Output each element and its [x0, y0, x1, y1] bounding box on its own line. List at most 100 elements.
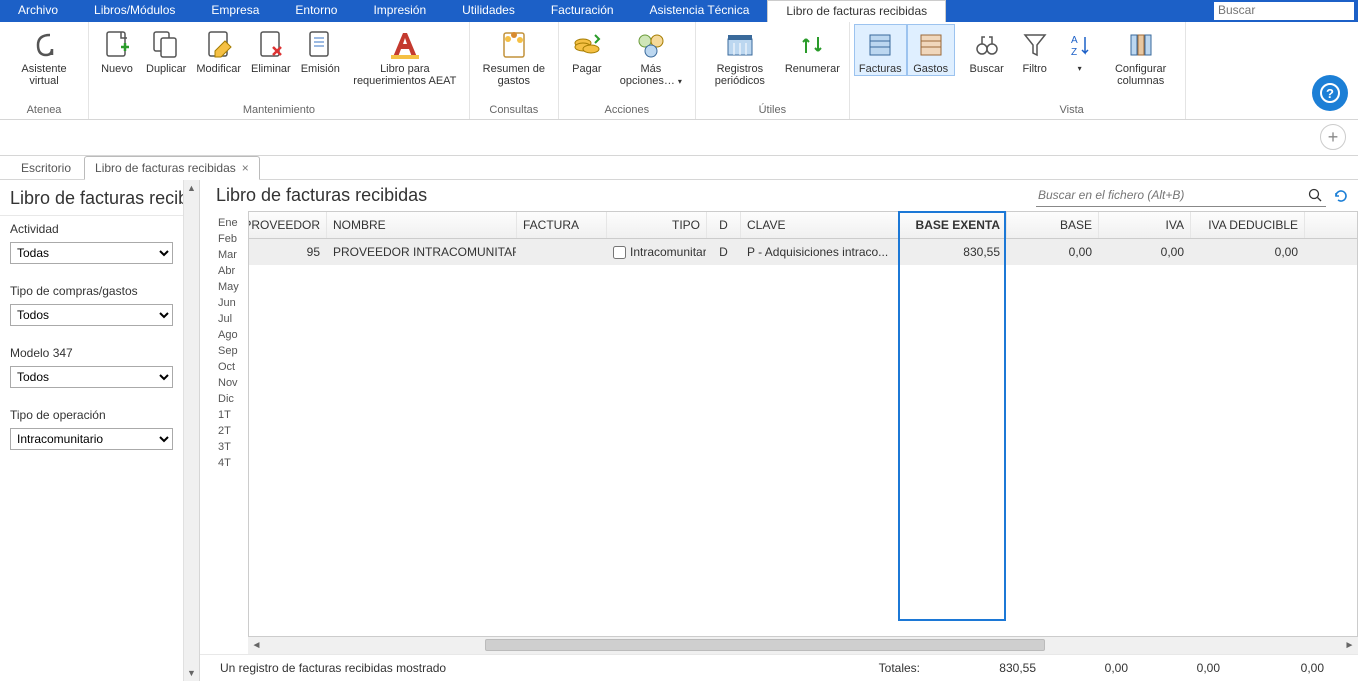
- col-nombre[interactable]: NOMBRE: [327, 212, 517, 238]
- menu-search-input[interactable]: [1214, 2, 1354, 18]
- buscar-button[interactable]: Buscar: [963, 24, 1011, 76]
- col-base[interactable]: BASE: [1007, 212, 1099, 238]
- gastos-toggle[interactable]: Gastos: [907, 24, 955, 76]
- eliminar-button[interactable]: Eliminar: [246, 24, 296, 76]
- col-d[interactable]: D: [707, 212, 741, 238]
- menu-impresion[interactable]: Impresión: [355, 0, 444, 22]
- month-oct[interactable]: Oct: [216, 359, 248, 375]
- ordenar-button[interactable]: AZ ▾: [1059, 24, 1101, 76]
- resumen-gastos-button[interactable]: Resumen de gastos: [474, 24, 554, 88]
- table-row[interactable]: 95 PROVEEDOR INTRACOMUNITARIO Intracomun…: [248, 239, 1358, 265]
- quarter-1t[interactable]: 1T: [216, 407, 248, 423]
- col-factura[interactable]: FACTURA: [517, 212, 607, 238]
- month-may[interactable]: May: [216, 279, 248, 295]
- status-bar: Un registro de facturas recibidas mostra…: [200, 654, 1358, 681]
- month-sep[interactable]: Sep: [216, 343, 248, 359]
- facturas-toggle[interactable]: Facturas: [854, 24, 907, 76]
- registros-button[interactable]: Registros periódicos: [700, 24, 780, 88]
- chevron-down-icon: ▾: [678, 77, 682, 86]
- new-doc-icon: [101, 29, 133, 61]
- facturas-icon: [864, 29, 896, 61]
- col-tipo[interactable]: TIPO: [607, 212, 707, 238]
- scroll-up-icon[interactable]: ▲: [184, 180, 199, 196]
- filter-modelo347-label: Modelo 347: [10, 346, 173, 360]
- file-search[interactable]: [1036, 184, 1326, 207]
- month-dic[interactable]: Dic: [216, 391, 248, 407]
- filtro-button[interactable]: Filtro: [1011, 24, 1059, 76]
- filter-tipo-operacion-select[interactable]: Intracomunitario: [10, 428, 173, 450]
- scroll-down-icon[interactable]: ▼: [184, 665, 199, 681]
- quarter-3t[interactable]: 3T: [216, 439, 248, 455]
- col-iva[interactable]: IVA: [1099, 212, 1191, 238]
- total-base-exenta: 830,55: [928, 661, 1036, 675]
- add-button[interactable]: +: [1320, 124, 1346, 150]
- quarter-4t[interactable]: 4T: [216, 455, 248, 471]
- month-feb[interactable]: Feb: [216, 231, 248, 247]
- refresh-icon: [1333, 188, 1349, 204]
- nuevo-button[interactable]: Nuevo: [93, 24, 141, 76]
- filter-actividad-select[interactable]: Todas: [10, 242, 173, 264]
- cell-d: D: [707, 239, 741, 265]
- tab-close-icon[interactable]: ×: [242, 161, 249, 175]
- menu-libros[interactable]: Libros/Módulos: [76, 0, 193, 22]
- tab-libro-facturas[interactable]: Libro de facturas recibidas×: [84, 156, 260, 180]
- col-base-exenta[interactable]: BASE EXENTA: [899, 212, 1007, 238]
- modificar-button[interactable]: Modificar: [191, 24, 246, 76]
- left-scrollbar[interactable]: ▲ ▼: [183, 180, 199, 681]
- menu-asistencia[interactable]: Asistencia Técnica: [632, 0, 768, 22]
- cell-nombre: PROVEEDOR INTRACOMUNITARIO: [327, 239, 517, 265]
- horizontal-scrollbar[interactable]: ◄ ►: [248, 637, 1358, 654]
- renumerar-button[interactable]: Renumerar: [780, 24, 845, 76]
- pagar-button[interactable]: Pagar: [563, 24, 611, 76]
- menu-facturacion[interactable]: Facturación: [533, 0, 632, 22]
- duplicar-button[interactable]: Duplicar: [141, 24, 191, 76]
- filter-tipo-compras-select[interactable]: Todos: [10, 304, 173, 326]
- scroll-right-icon[interactable]: ►: [1341, 640, 1358, 651]
- month-jun[interactable]: Jun: [216, 295, 248, 311]
- col-iva-deducible[interactable]: IVA DEDUCIBLE: [1191, 212, 1305, 238]
- help-button[interactable]: ?: [1312, 75, 1348, 111]
- cell-tipo: Intracomunitar...: [607, 239, 707, 265]
- search-icon[interactable]: [1306, 186, 1324, 204]
- filter-modelo347-select[interactable]: Todos: [10, 366, 173, 388]
- month-ene[interactable]: Ene: [216, 215, 248, 231]
- menu-entorno[interactable]: Entorno: [277, 0, 355, 22]
- menu-utilidades[interactable]: Utilidades: [444, 0, 533, 22]
- tab-escritorio[interactable]: Escritorio: [10, 156, 82, 179]
- renumerar-icon: [796, 29, 828, 61]
- month-jul[interactable]: Jul: [216, 311, 248, 327]
- data-grid: PROVEEDOR NOMBRE FACTURA TIPO D CLAVE BA…: [248, 211, 1358, 654]
- scroll-left-icon[interactable]: ◄: [248, 640, 265, 651]
- menu-archivo[interactable]: Archivo: [0, 0, 76, 22]
- menu-empresa[interactable]: Empresa: [193, 0, 277, 22]
- menu-libro-facturas[interactable]: Libro de facturas recibidas: [767, 0, 946, 22]
- table-blank: [248, 265, 1358, 637]
- delete-doc-icon: [255, 29, 287, 61]
- col-clave[interactable]: CLAVE: [741, 212, 899, 238]
- group-consultas-label: Consultas: [489, 102, 538, 119]
- columns-icon: [1125, 29, 1157, 61]
- file-search-input[interactable]: [1038, 188, 1302, 202]
- edit-doc-icon: [203, 29, 235, 61]
- total-iva: 0,00: [1128, 661, 1220, 675]
- asistente-button[interactable]: Asistente virtual: [4, 24, 84, 88]
- gastos-icon: [915, 29, 947, 61]
- group-mant-label: Mantenimiento: [243, 102, 315, 119]
- config-columnas-button[interactable]: Configurar columnas: [1101, 24, 1181, 88]
- libro-requerimientos-button[interactable]: Libro para requerimientos AEAT: [345, 24, 465, 88]
- menu-search[interactable]: [1214, 2, 1354, 20]
- sort-icon: AZ: [1064, 29, 1096, 61]
- mas-opciones-button[interactable]: Más opciones… ▾: [611, 24, 691, 89]
- month-ago[interactable]: Ago: [216, 327, 248, 343]
- col-proveedor[interactable]: PROVEEDOR: [249, 212, 327, 238]
- month-nov[interactable]: Nov: [216, 375, 248, 391]
- group-utiles-label: Útiles: [759, 102, 787, 119]
- menu-bar: Archivo Libros/Módulos Empresa Entorno I…: [0, 0, 1358, 22]
- status-text: Un registro de facturas recibidas mostra…: [220, 661, 879, 675]
- quarter-2t[interactable]: 2T: [216, 423, 248, 439]
- row-checkbox[interactable]: [613, 246, 626, 259]
- refresh-button[interactable]: [1332, 187, 1350, 205]
- month-mar[interactable]: Mar: [216, 247, 248, 263]
- month-abr[interactable]: Abr: [216, 263, 248, 279]
- emision-button[interactable]: Emisión: [296, 24, 345, 76]
